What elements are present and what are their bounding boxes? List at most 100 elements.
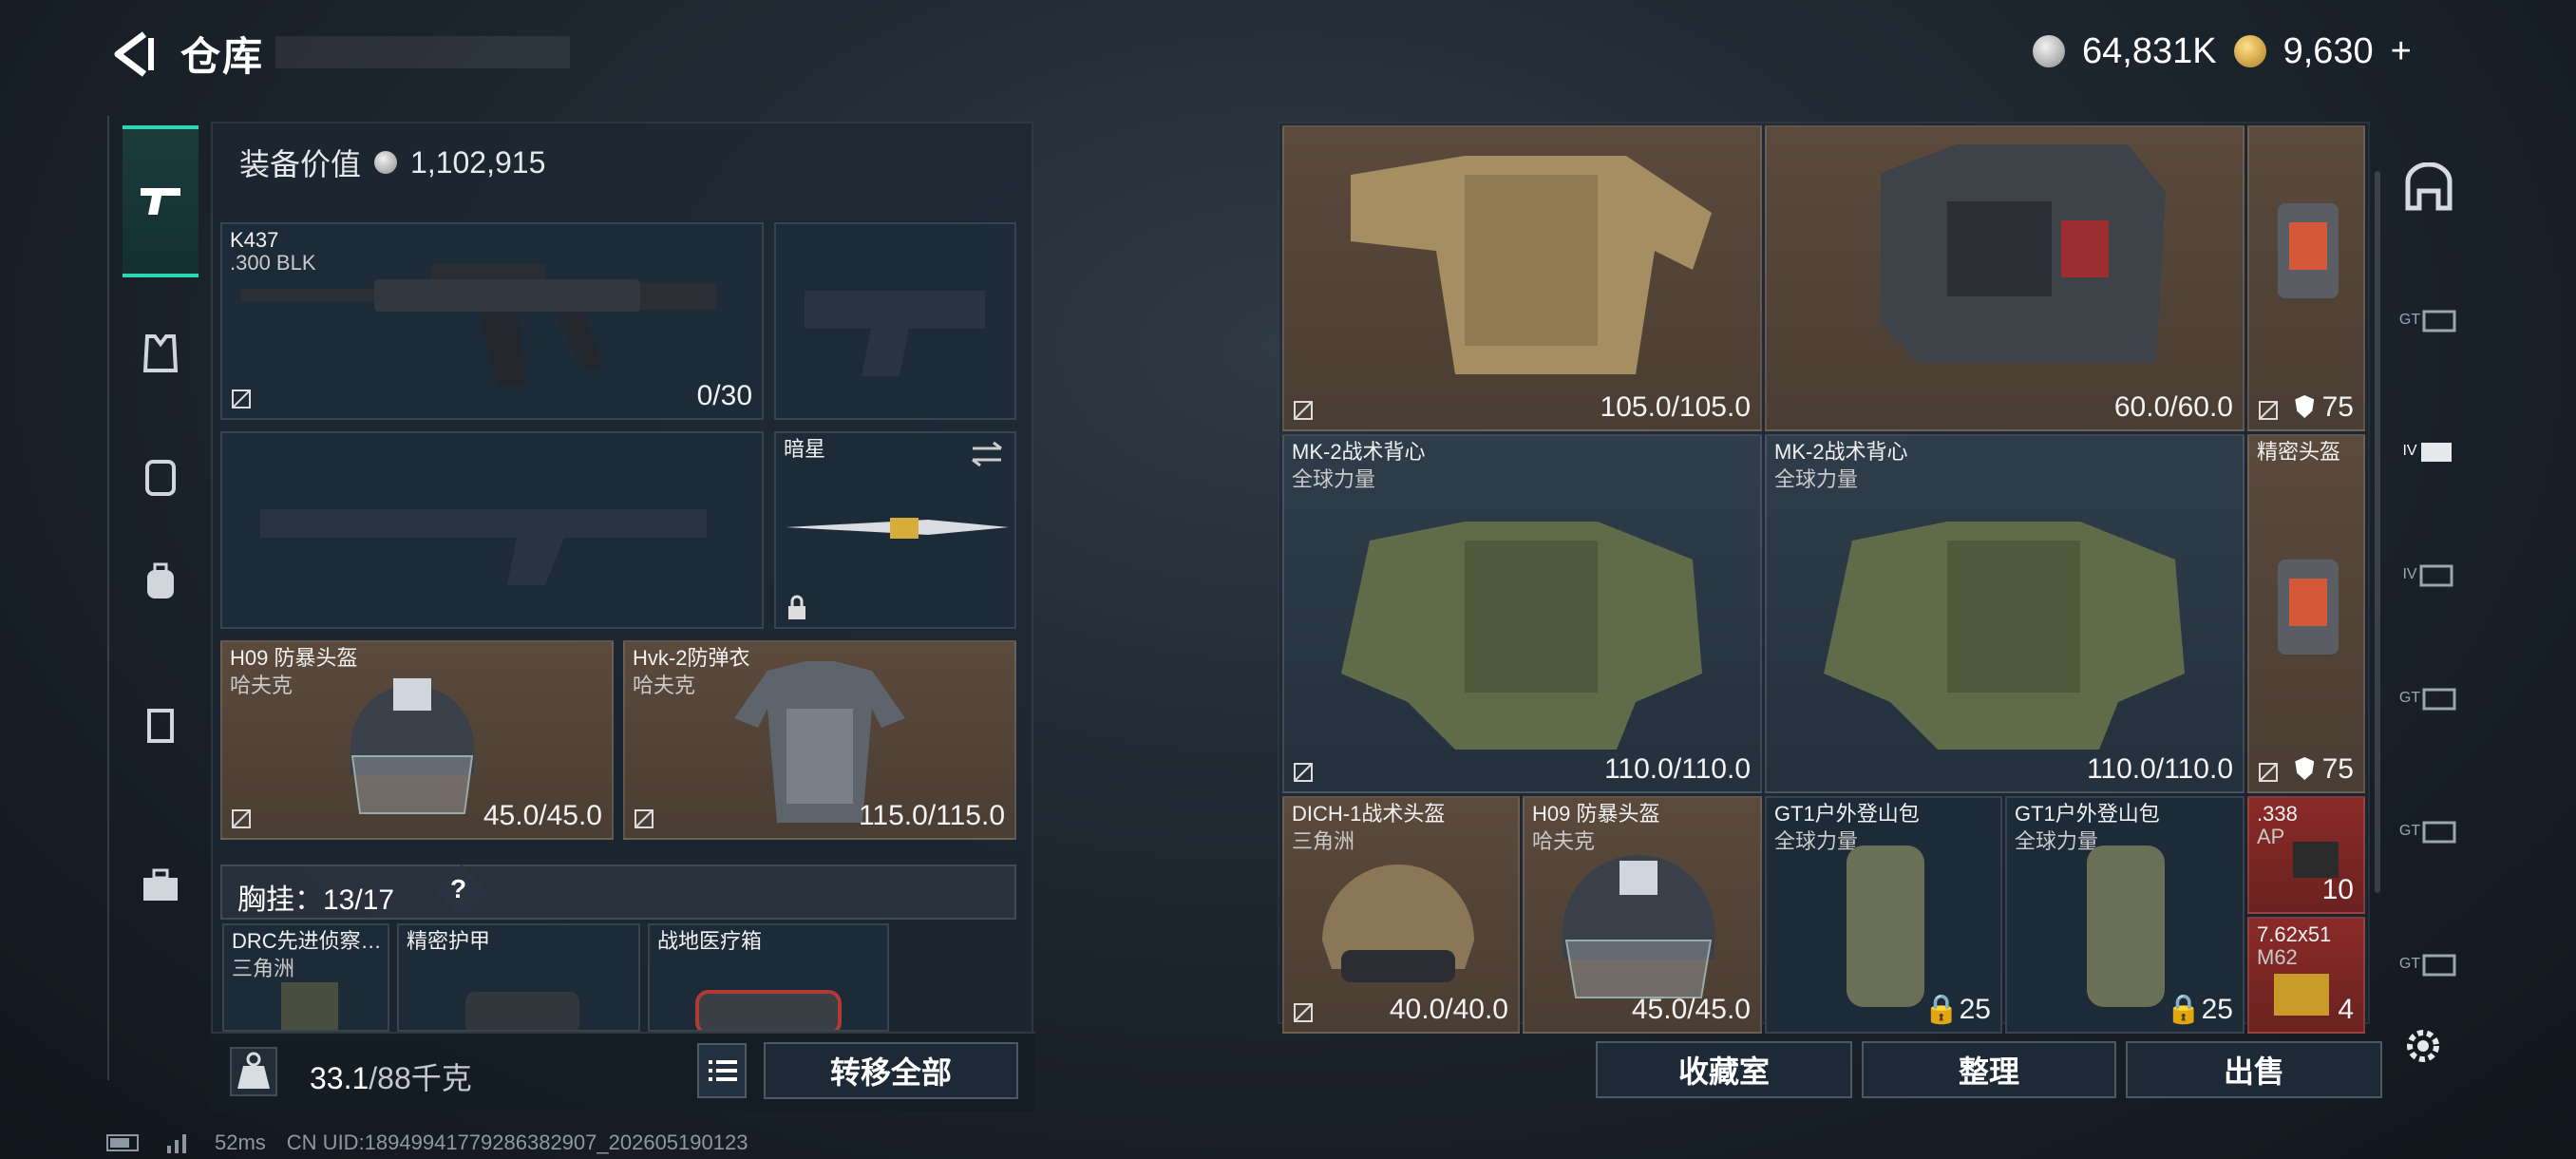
settings-gear-icon[interactable]: [2401, 1024, 2445, 1068]
melee-name: 暗星: [784, 437, 826, 461]
storage-item-5[interactable]: MK-2战术背心 全球力量 110.0/110.0: [1765, 434, 2245, 793]
equipment-value-amount: 1,102,915: [410, 144, 546, 180]
storage-item-10[interactable]: GT1户外登山包 全球力量 🔒25: [2005, 796, 2245, 1034]
gt-label: GT: [2398, 690, 2421, 706]
ping-value: 52ms: [215, 1130, 266, 1154]
melee-slot[interactable]: 暗星: [774, 431, 1016, 629]
rail-vest-tab[interactable]: [123, 315, 199, 391]
item-name: MK-2战术背心: [1774, 440, 1908, 464]
helmet-slot[interactable]: H09 防暴头盔 哈夫克 45.0/45.0: [220, 640, 614, 840]
item-durability: 40.0/40.0: [1389, 994, 1508, 1025]
helmet-name: H09 防暴头盔: [230, 646, 358, 670]
storage-item-9[interactable]: GT1户外登山包 全球力量 🔒25: [1765, 796, 2002, 1034]
currency-a-amount: 64,831K: [2082, 30, 2217, 71]
storage-item-6[interactable]: 精密头盔 75: [2247, 434, 2365, 793]
item-capacity: 🔒25: [1923, 994, 1991, 1025]
collection-room-button[interactable]: 收藏室: [1596, 1041, 1852, 1098]
rail-toolbox-tab[interactable]: [123, 847, 199, 923]
carry-weight-max: /88千克: [369, 1061, 472, 1095]
item-durability: 110.0/110.0: [1603, 753, 1751, 785]
green-vest-image: [1341, 522, 1702, 750]
list-view-button[interactable]: [697, 1043, 747, 1098]
filter-gt-tab-2[interactable]: GT: [2396, 665, 2462, 732]
chest-item-1[interactable]: DRC先进侦察… 三角洲: [222, 923, 389, 1032]
silver-coin-icon: [374, 151, 398, 174]
item-name: 精密头盔: [2257, 440, 2341, 464]
pistol-silhouette-icon: [805, 291, 985, 376]
filter-iv-tab-active[interactable]: IV: [2396, 418, 2462, 484]
storage-scrollbar[interactable]: [2375, 171, 2380, 893]
backpack-image: [1847, 846, 1924, 1007]
transfer-all-button[interactable]: 转移全部: [764, 1042, 1018, 1099]
storage-item-4[interactable]: MK-2战术背心 全球力量 110.0/110.0: [1282, 434, 1762, 793]
sort-button[interactable]: 整理: [1862, 1041, 2116, 1098]
secondary-weapon-slot[interactable]: [774, 222, 1016, 420]
armor-icon: [145, 460, 176, 496]
rail-weapons-tab[interactable]: [123, 125, 199, 277]
unlocked-icon: [2259, 401, 2278, 420]
unlocked-icon: [232, 809, 251, 828]
add-currency-button[interactable]: +: [2391, 31, 2412, 72]
unlocked-icon: [635, 809, 653, 828]
back-arrow-icon[interactable]: [106, 28, 158, 80]
rifle-silhouette-icon: [260, 509, 707, 585]
ammo-caliber: 7.62x51: [2257, 922, 2332, 946]
title-backdrop: [275, 36, 570, 68]
filter-gt-tab-3[interactable]: GT: [2396, 798, 2462, 864]
secondary-rifle-slot[interactable]: [220, 431, 764, 629]
storage-item-8[interactable]: H09 防暴头盔 哈夫克 45.0/45.0: [1523, 796, 1762, 1034]
pistol-icon: [141, 188, 180, 215]
sell-button[interactable]: 出售: [2126, 1041, 2382, 1098]
swap-icon[interactable]: [969, 441, 1005, 467]
tan-plate-carrier-image: [1351, 156, 1712, 374]
unlocked-icon: [1294, 1003, 1313, 1022]
shield-icon: [2295, 757, 2315, 780]
rail-armor-tab[interactable]: [123, 439, 199, 515]
currency-b-amount: 9,630: [2282, 30, 2374, 71]
silver-coin-icon: [2033, 35, 2065, 67]
storage-item-12[interactable]: 7.62x51 M62 4: [2247, 917, 2365, 1034]
unlocked-icon: [1294, 401, 1313, 420]
item-box-icon: [2422, 310, 2456, 332]
iv-label: IV: [2402, 566, 2417, 582]
gold-coin-icon: [2233, 35, 2266, 67]
chest-item-3[interactable]: 战地医疗箱: [648, 923, 889, 1032]
chest-rig-capacity: 胸挂：13/17: [237, 884, 395, 916]
carry-weight: 33.1/88千克: [310, 1054, 472, 1098]
weapon-ammo: 0/30: [696, 380, 752, 411]
storage-filter-rail: GT IV IV GT GT GT: [2384, 142, 2472, 1016]
item-box-icon: [2422, 821, 2456, 844]
armor-slot[interactable]: Hvk-2防弹衣 哈夫克 115.0/115.0: [623, 640, 1016, 840]
armor-durability: 115.0/115.0: [858, 800, 1005, 831]
filter-all-tab[interactable]: [2396, 154, 2462, 220]
ammo-caliber: .338: [2257, 802, 2298, 826]
gt-label: GT: [2398, 312, 2421, 328]
ammo-box-image: [2274, 974, 2329, 1016]
filter-gt-tab-4[interactable]: GT: [2396, 931, 2462, 998]
storage-item-1[interactable]: 105.0/105.0: [1282, 125, 1762, 431]
filter-gt-tab[interactable]: GT: [2396, 287, 2462, 353]
storage-item-2[interactable]: 60.0/60.0: [1765, 125, 2245, 431]
item-durability: 110.0/110.0: [2086, 753, 2233, 785]
backpack-icon: [147, 562, 174, 598]
rail-pouch-tab[interactable]: [123, 686, 199, 762]
page-title: 仓库: [180, 34, 265, 79]
ammo-count: 4: [2338, 994, 2354, 1025]
gt-label: GT: [2398, 823, 2421, 839]
chest-item-name: DRC先进侦察…: [232, 929, 382, 953]
chest-item-2[interactable]: 精密护甲: [397, 923, 640, 1032]
container-image: [2278, 203, 2339, 298]
item-name: DICH-1战术头盔: [1292, 802, 1446, 826]
riot-helmet-image: [1563, 855, 1714, 998]
primary-weapon-slot[interactable]: K437 .300 BLK 0/30: [220, 222, 764, 420]
backpack-image: [2087, 846, 2165, 1007]
rail-backpack-tab[interactable]: [123, 543, 199, 619]
storage-item-3[interactable]: 75: [2247, 125, 2365, 431]
toolbox-icon: [143, 868, 178, 901]
storage-item-11[interactable]: .338 AP 10: [2247, 796, 2365, 914]
user-id: CN UID:18949941779286382907_202605190123: [286, 1130, 748, 1154]
storage-item-7[interactable]: DICH-1战术头盔 三角洲 40.0/40.0: [1282, 796, 1520, 1034]
help-icon[interactable]: ?: [450, 874, 466, 904]
filter-iv-tab[interactable]: IV: [2396, 542, 2462, 608]
unlocked-icon: [1294, 763, 1313, 782]
